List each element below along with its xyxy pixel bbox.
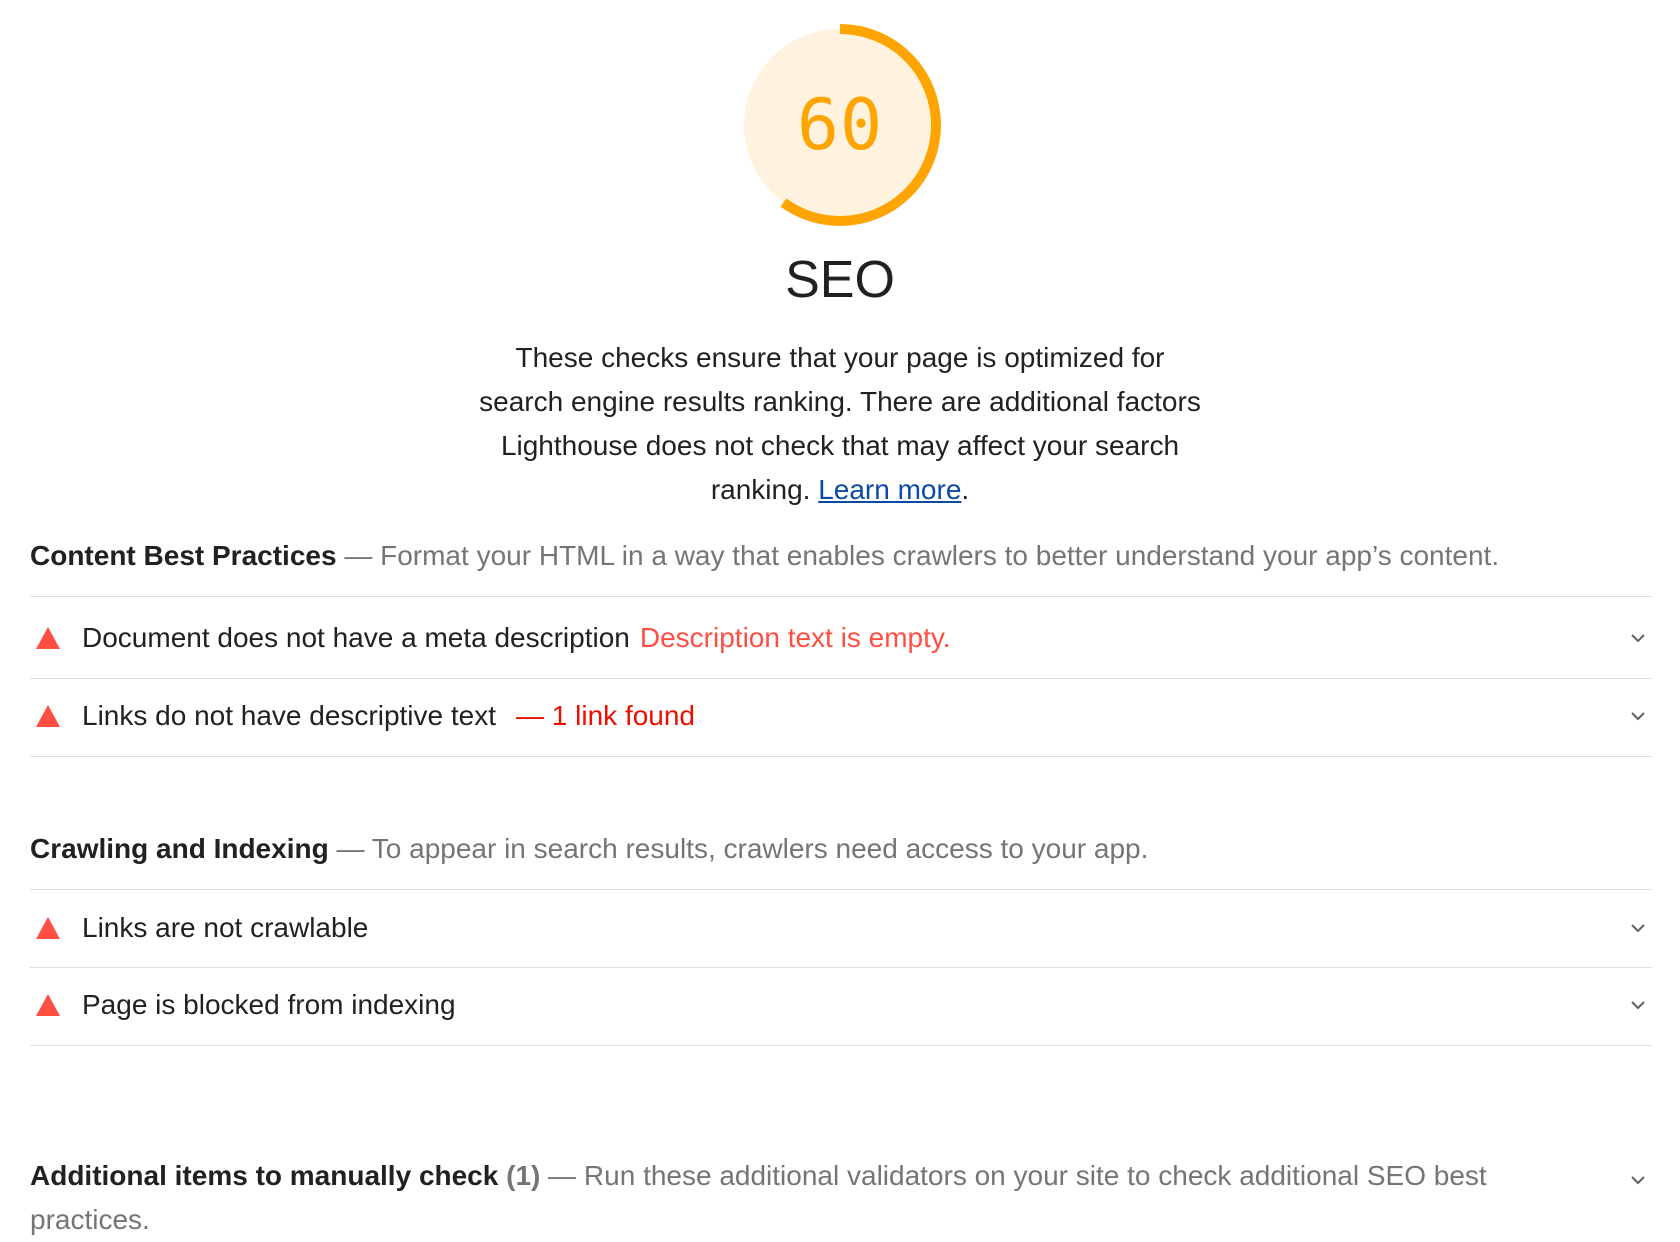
category-description: These checks ensure that your page is op… (470, 336, 1210, 512)
score-gauge: 60 (735, 20, 945, 230)
audit-meta-description[interactable]: Document does not have a meta descriptio… (30, 600, 1652, 676)
description-period: . (961, 474, 970, 505)
group-header-crawling-and-indexing: Crawling and Indexing — To appear in sea… (30, 827, 1650, 871)
audit-explanation: Description text is empty. (639, 622, 951, 653)
category-title: SEO (785, 251, 895, 309)
manual-checks-header[interactable]: Additional items to manually check (1) —… (30, 1154, 1590, 1242)
audit-title: Document does not have a meta descriptio… (82, 622, 630, 653)
group-description: To appear in search results, crawlers ne… (371, 833, 1149, 864)
group-title: Crawling and Indexing (30, 833, 329, 864)
group-title: Content Best Practices (30, 540, 337, 571)
divider (30, 1045, 1652, 1046)
chevron-down-icon[interactable] (1628, 995, 1648, 1015)
audit-title: Page is blocked from indexing (82, 989, 456, 1020)
gauge-score: 60 (796, 84, 884, 166)
audit-is-crawlable[interactable]: Page is blocked from indexing (30, 967, 1652, 1043)
audit-display-value: — 1 link found (516, 700, 696, 731)
divider (30, 596, 1652, 597)
group-title: Additional items to manually check (30, 1160, 499, 1191)
group-count: (1) (506, 1160, 541, 1191)
chevron-down-icon[interactable] (1628, 918, 1648, 938)
chevron-down-icon[interactable] (1628, 628, 1648, 648)
fail-triangle-icon (36, 705, 60, 727)
group-header-content-best-practices: Content Best Practices — Format your HTM… (30, 534, 1650, 578)
group-separator: — (328, 833, 372, 864)
fail-triangle-icon (36, 627, 60, 649)
group-description: Format your HTML in a way that enables c… (380, 540, 1500, 571)
audit-title: Links do not have descriptive text (82, 700, 497, 731)
audit-link-text[interactable]: Links do not have descriptive text — 1 l… (30, 678, 1652, 754)
chevron-down-icon[interactable] (1628, 706, 1648, 726)
group-separator: — (540, 1160, 584, 1191)
learn-more-link[interactable]: Learn more (818, 474, 961, 505)
fail-triangle-icon (36, 917, 60, 939)
audit-crawlable-links[interactable]: Links are not crawlable (30, 890, 1652, 966)
group-separator: — (336, 540, 381, 571)
fail-triangle-icon (36, 994, 60, 1016)
audit-title: Links are not crawlable (82, 912, 369, 943)
divider (30, 756, 1652, 757)
chevron-down-icon[interactable] (1628, 1170, 1648, 1190)
